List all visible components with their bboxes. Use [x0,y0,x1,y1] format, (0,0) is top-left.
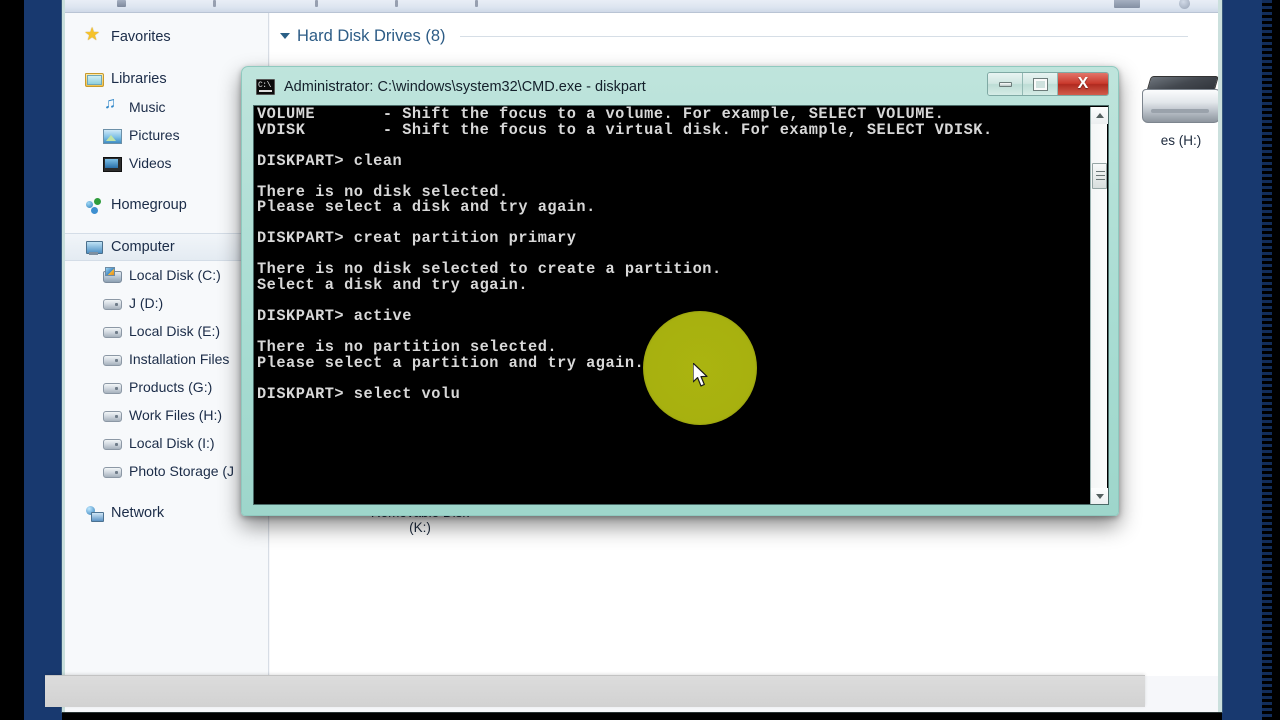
minimize-icon [998,81,1012,87]
sidebar-item-local-disk-i[interactable]: Local Disk (I:) [65,429,268,457]
drive-icon [103,350,122,368]
sidebar-item-label: Installation Files [129,351,230,367]
sidebar-item-label: Local Disk (I:) [129,435,215,451]
drive-tile-work-files-h[interactable]: es (H:) [1113,73,1218,148]
command-prompt-window[interactable]: Administrator: C:\windows\system32\CMD.e… [241,66,1119,516]
toolbar-icon-map-drive[interactable] [395,0,398,7]
sidebar-item-label: Favorites [111,29,171,45]
screen: Favorites Libraries Music Pictures Video… [0,0,1280,720]
sidebar-item-label: Local Disk (C:) [129,267,221,283]
scrollbar-thumb[interactable] [1092,163,1107,189]
sidebar-item-label: Products (G:) [129,379,213,395]
sidebar-item-music[interactable]: Music [65,93,268,121]
console-text: VOLUME - Shift the focus to a volume. Fo… [257,105,993,403]
sidebar-item-favorites[interactable]: Favorites [65,23,268,51]
toolbar-icon-uninstall[interactable] [315,0,318,7]
sidebar-item-label: Work Files (H:) [129,407,223,423]
navigation-pane[interactable]: Favorites Libraries Music Pictures Video… [65,13,269,676]
drive-icon [103,406,122,424]
sidebar-item-computer[interactable]: Computer [65,233,268,261]
network-icon [85,504,104,522]
music-icon [103,95,121,116]
toolbar-icon-system-properties[interactable] [213,0,216,7]
pictures-icon [103,126,122,144]
sidebar-item-label: Local Disk (E:) [129,323,221,339]
system-drive-icon [103,266,122,284]
computer-icon [85,238,103,256]
sidebar-item-libraries[interactable]: Libraries [65,65,268,93]
drive-icon [103,434,122,452]
sidebar-item-label: Network [111,505,165,521]
star-icon [84,24,103,46]
sidebar-item-label: Music [129,99,166,115]
sidebar-item-label: J (D:) [129,295,164,311]
group-header-label: Hard Disk Drives (8) [297,26,446,45]
sidebar-item-drive-d[interactable]: J (D:) [65,289,268,317]
console-output-area[interactable]: VOLUME - Shift the focus to a volume. Fo… [253,105,1109,505]
sidebar-item-label: Videos [129,155,172,171]
sidebar-item-label: Computer [111,239,175,255]
desktop-background-left [24,0,62,720]
library-folder-icon [85,70,104,88]
drive-icon [103,322,122,340]
sidebar-item-installation-files[interactable]: Installation Files [65,345,268,373]
sidebar-item-videos[interactable]: Videos [65,149,268,177]
toolbar-icon-organize[interactable] [117,0,126,7]
chevron-down-icon [1095,494,1104,499]
window-controls[interactable]: X [987,72,1109,96]
sidebar-item-homegroup[interactable]: Homegroup [65,191,268,219]
drive-icon [103,462,122,480]
sidebar-item-label: Pictures [129,127,180,143]
drive-tile-letter: (K:) [409,520,431,535]
explorer-toolbar[interactable] [65,0,1218,13]
sidebar-item-label: Libraries [111,71,167,87]
close-icon: X [1077,75,1089,92]
cmd-icon[interactable] [256,79,275,95]
sidebar-item-pictures[interactable]: Pictures [65,121,268,149]
sidebar-item-network[interactable]: Network [65,499,268,527]
chevron-up-icon [1095,113,1104,118]
console-title-bar[interactable]: Administrator: C:\windows\system32\CMD.e… [242,67,1118,107]
chevron-down-icon[interactable] [280,33,290,39]
drive-icon [1138,73,1218,129]
homegroup-icon [85,196,103,214]
drive-icon [103,294,122,312]
grip-icon [1096,171,1105,172]
desktop-background-right [1222,0,1262,720]
toolbar-icon-control-panel[interactable] [475,0,478,7]
details-pane [45,675,1145,707]
videos-icon [103,154,122,172]
toolbar-help-button[interactable] [1179,0,1190,9]
sidebar-item-label: Homegroup [111,197,187,213]
sidebar-item-local-disk-e[interactable]: Local Disk (E:) [65,317,268,345]
group-header-hard-disk-drives[interactable]: Hard Disk Drives (8) [270,13,1218,51]
toolbar-view-button[interactable] [1114,0,1140,8]
minimize-button[interactable] [988,73,1023,95]
scroll-up-button[interactable] [1091,107,1108,124]
close-button[interactable]: X [1058,73,1108,95]
drive-tile-label: es (H:) [1160,133,1202,148]
maximize-icon [1033,78,1047,90]
sidebar-item-local-disk-c[interactable]: Local Disk (C:) [65,261,268,289]
console-scrollbar[interactable] [1090,107,1108,504]
maximize-button[interactable] [1023,73,1058,95]
sidebar-item-products-g[interactable]: Products (G:) [65,373,268,401]
group-header-rule [459,35,1188,37]
window-title: Administrator: C:\windows\system32\CMD.e… [284,79,646,95]
screen-right-edge [1262,0,1272,720]
sidebar-item-photo-storage-j[interactable]: Photo Storage (J [65,457,268,485]
drive-icon [103,378,122,396]
scroll-down-button[interactable] [1091,488,1108,504]
screen-left-letterbox [0,0,24,720]
sidebar-item-work-files-h[interactable]: Work Files (H:) [65,401,268,429]
sidebar-item-label: Photo Storage (J [129,463,235,479]
